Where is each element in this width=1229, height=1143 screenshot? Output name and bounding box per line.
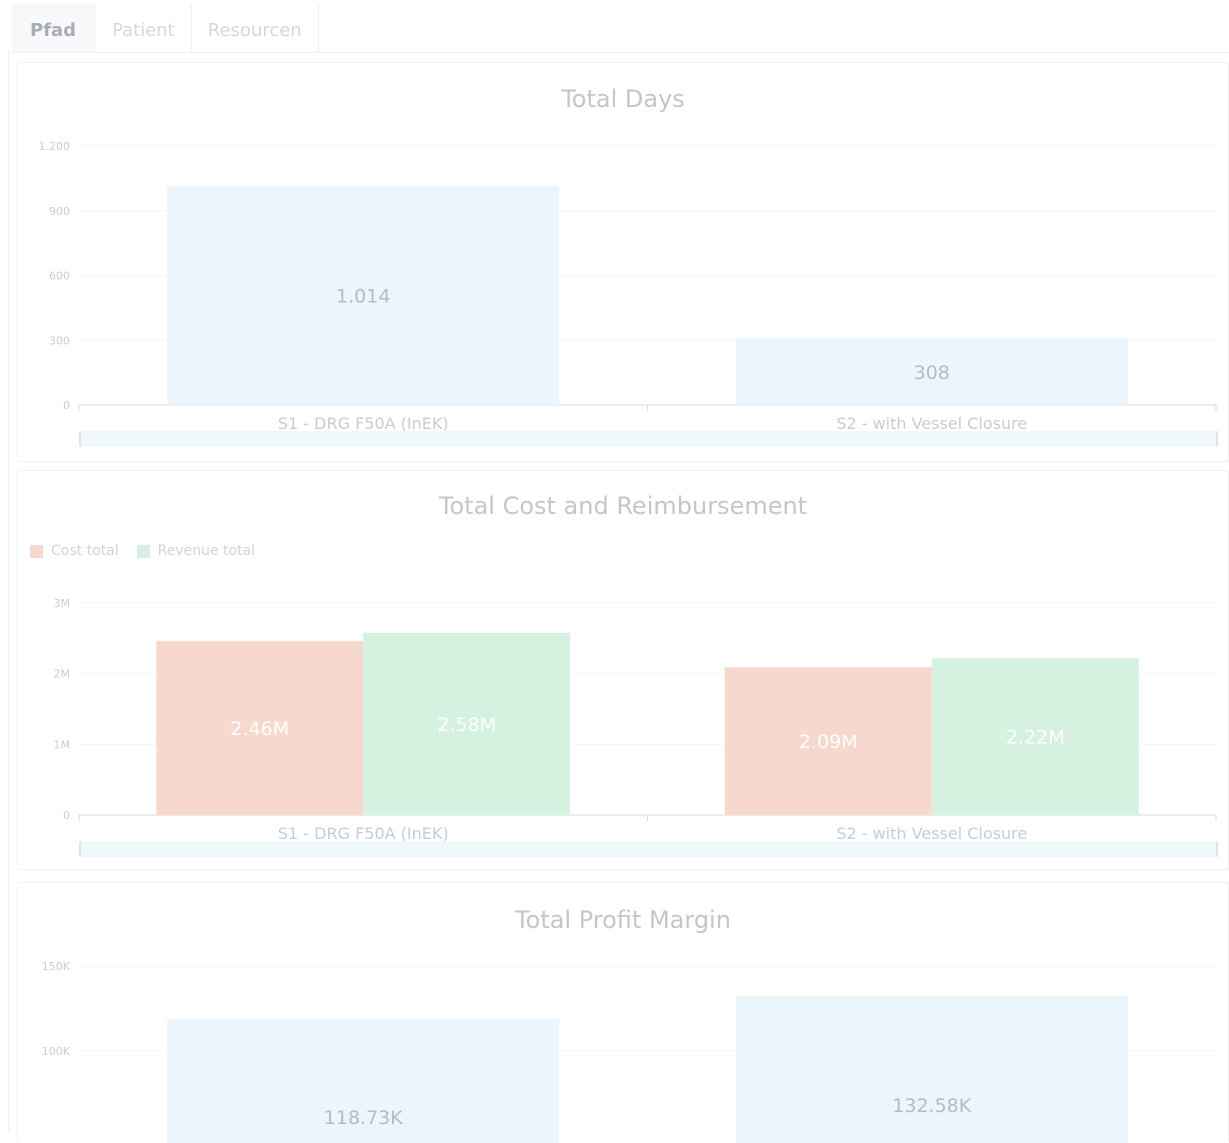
total-days-chart: 03006009001.200S1 - DRG F50A (InEK) S2 - … bbox=[39, 140, 1217, 433]
total-days-panel: Total Days 0 300 600 900 1.200 S1 - DRG F50A … bbox=[17, 62, 1229, 462]
y-tick-label: 100K bbox=[42, 1045, 71, 1058]
bar-value-label: 2.46M bbox=[230, 718, 289, 740]
y-tick-label: 1M bbox=[54, 738, 71, 751]
bar-value-label: 118.73K bbox=[324, 1107, 403, 1129]
left-divider bbox=[8, 50, 9, 1131]
y-tick-label: 300 bbox=[49, 334, 70, 347]
chart-scrollbar[interactable] bbox=[79, 431, 1218, 447]
bar-value-label: 2.22M bbox=[1006, 727, 1065, 749]
bar-value-label: 308 bbox=[914, 362, 950, 384]
tab-patient[interactable]: Patient bbox=[96, 4, 192, 52]
bar-value-label: 1.014 bbox=[336, 286, 390, 308]
profit-margin-chart: 100K 150K 118.73K 132.58K bbox=[42, 960, 1216, 1143]
y-tick-label: 150K bbox=[42, 960, 71, 973]
tab-bar: Pfad Patient Resourcen bbox=[12, 4, 1229, 53]
tab-pfad[interactable]: Pfad bbox=[12, 4, 97, 52]
y-tick-label: 900 bbox=[49, 205, 70, 218]
bar-value-label: 2.09M bbox=[799, 731, 858, 753]
cost-reimbursement-chart: 01M2M3MS1 - DRG F50A (InEK) S2 - with Ves… bbox=[54, 597, 1217, 843]
bar-value-label: 2.58M bbox=[437, 714, 496, 736]
y-tick-label: 3M bbox=[54, 597, 71, 610]
cost-reimbursement-panel: Total Cost and Reimbursement Cost total … bbox=[17, 470, 1229, 870]
bar bbox=[735, 995, 1128, 1143]
tab-resourcen[interactable]: Resourcen bbox=[192, 4, 319, 52]
profit-margin-panel: Total Profit Margin 100K 150K 118.73K 132.5… bbox=[17, 882, 1229, 1143]
bar-value-label: 132.58K bbox=[892, 1095, 971, 1117]
y-tick-label: 1.200 bbox=[39, 140, 71, 153]
y-tick-label: 2M bbox=[54, 668, 71, 681]
y-tick-label: 600 bbox=[49, 270, 70, 283]
chart-scrollbar[interactable] bbox=[79, 841, 1218, 857]
y-tick-label: 0 bbox=[63, 399, 70, 412]
y-tick-label: 0 bbox=[63, 809, 70, 822]
